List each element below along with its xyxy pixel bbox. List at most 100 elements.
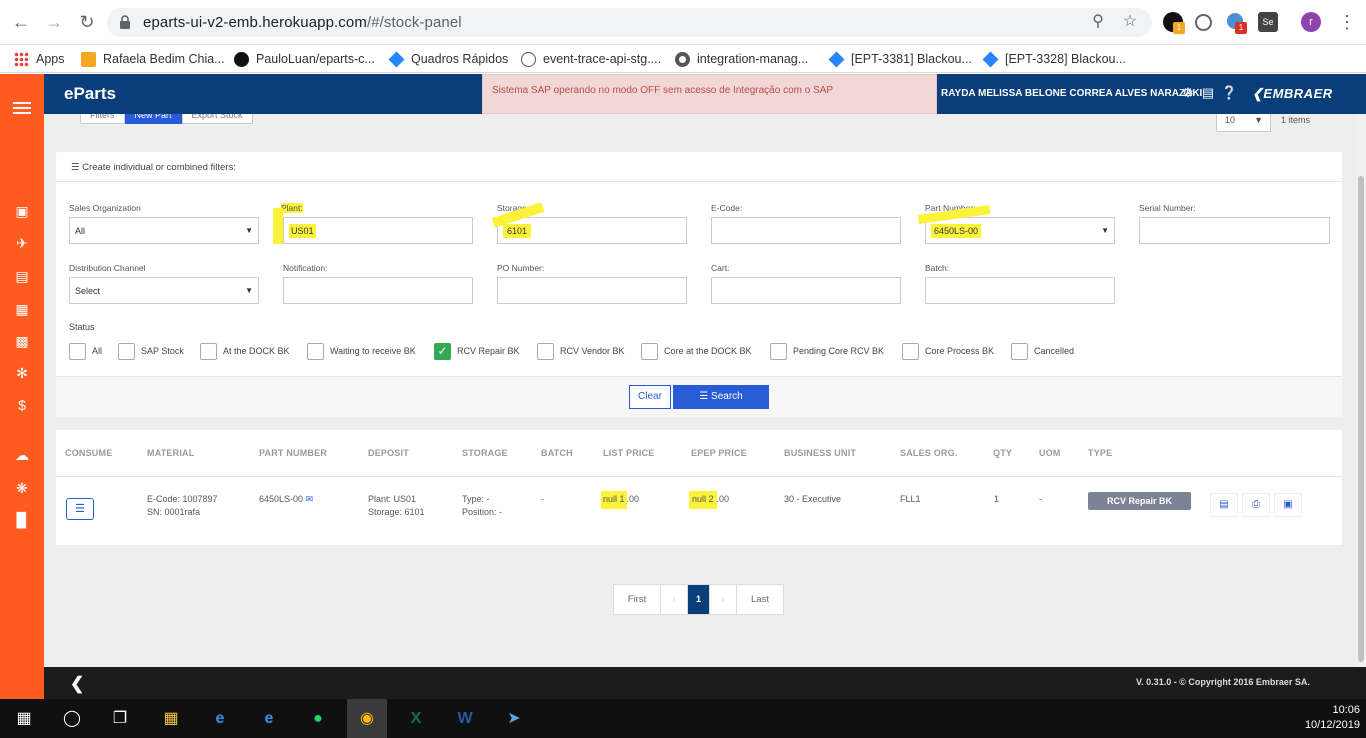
bookmark-item[interactable]: integration-manag... bbox=[675, 51, 808, 67]
forward-arrow-icon[interactable]: → bbox=[43, 11, 65, 33]
ecode-input[interactable] bbox=[711, 217, 901, 244]
app-brand[interactable]: eParts bbox=[64, 84, 116, 104]
zoom-icon[interactable]: ⚲ bbox=[1089, 13, 1107, 31]
export-stock-button[interactable]: Export Stock bbox=[181, 114, 253, 124]
extension-icon[interactable]: 1 bbox=[1163, 12, 1185, 34]
new-part-button[interactable]: New Part bbox=[124, 114, 182, 124]
checkbox[interactable] bbox=[307, 342, 324, 360]
epep-price-cell: null 2.00 bbox=[689, 491, 729, 509]
checkmark-icon[interactable]: ✓ bbox=[434, 342, 451, 360]
system-clock[interactable]: 10:06 10/12/2019 bbox=[1300, 703, 1360, 733]
task-view-icon[interactable]: ❐ bbox=[106, 705, 134, 733]
gear-sync-icon[interactable]: ✻ bbox=[12, 364, 32, 382]
comment-icon[interactable]: ✉ bbox=[306, 494, 314, 504]
bookmark-item[interactable]: event-trace-api-stg.... bbox=[521, 51, 661, 67]
reload-icon[interactable]: ↻ bbox=[76, 11, 98, 33]
bookmark-item[interactable]: [EPT-3381] Blackou... bbox=[828, 51, 972, 67]
print-icon[interactable]: ⎙ bbox=[1242, 493, 1270, 517]
bookmark-item[interactable]: [EPT-3328] Blackou... bbox=[982, 51, 1126, 67]
dollar-icon[interactable]: $ bbox=[12, 396, 32, 414]
storage-input[interactable]: 6101 bbox=[497, 217, 687, 244]
checkbox[interactable] bbox=[770, 342, 787, 360]
scrollbar-thumb[interactable] bbox=[1358, 176, 1364, 662]
status-checkbox-pending-core[interactable]: Pending Core RCV BK bbox=[770, 342, 884, 360]
back-arrow-icon[interactable]: ← bbox=[10, 11, 32, 33]
checkbox[interactable] bbox=[200, 342, 217, 360]
serial-number-input[interactable] bbox=[1139, 217, 1330, 244]
last-page-button[interactable]: Last bbox=[737, 585, 783, 614]
settings-icon[interactable]: ❋ bbox=[12, 479, 32, 497]
selenium-extension-icon[interactable]: Se bbox=[1258, 12, 1278, 32]
document-icon[interactable]: ▤ bbox=[1200, 85, 1216, 101]
next-page-button[interactable]: › bbox=[710, 585, 737, 614]
batch-input[interactable] bbox=[925, 277, 1115, 304]
cloud-icon[interactable]: ☁ bbox=[12, 446, 32, 464]
bookmark-item[interactable]: Rafaela Bedim Chia... bbox=[81, 51, 225, 67]
profile-avatar[interactable]: r bbox=[1301, 12, 1321, 32]
word-icon[interactable]: W bbox=[451, 705, 479, 733]
menu-dots-icon[interactable]: ⋮ bbox=[1336, 11, 1358, 33]
clear-button[interactable]: Clear bbox=[629, 385, 671, 409]
sales-org-select[interactable]: All ▼ bbox=[69, 217, 259, 244]
bookmark-apps[interactable]: Apps bbox=[14, 51, 65, 67]
cart-icon[interactable]: ▤ bbox=[12, 267, 32, 285]
chrome-icon[interactable]: ◉ bbox=[347, 699, 387, 738]
app-icon[interactable]: ➤ bbox=[500, 705, 528, 733]
checkbox[interactable] bbox=[118, 342, 135, 360]
checkbox[interactable] bbox=[902, 342, 919, 360]
windows-start-icon[interactable]: ▦ bbox=[10, 705, 38, 733]
status-checkbox-sap-stock[interactable]: SAP Stock bbox=[118, 342, 184, 360]
book-icon[interactable]: ▣ bbox=[1274, 493, 1302, 517]
checkbox[interactable] bbox=[537, 342, 554, 360]
help-icon[interactable]: ❔ bbox=[1221, 85, 1237, 101]
spotify-icon[interactable]: ● bbox=[304, 705, 332, 733]
status-checkbox-rcv-repair[interactable]: ✓ RCV Repair BK bbox=[434, 342, 520, 360]
plant-input[interactable]: US01 bbox=[283, 217, 473, 244]
airplane-icon[interactable]: ✈ bbox=[12, 234, 32, 252]
sliders-icon: ☰ bbox=[71, 162, 80, 173]
status-checkbox-at-dock[interactable]: At the DOCK BK bbox=[200, 342, 290, 360]
hamburger-menu-icon[interactable] bbox=[13, 102, 31, 114]
excel-icon[interactable]: X bbox=[402, 705, 430, 733]
distribution-channel-select[interactable]: Select ▼ bbox=[69, 277, 259, 304]
checkbox[interactable] bbox=[69, 342, 86, 360]
bar-chart-icon[interactable]: ▉ bbox=[12, 511, 32, 529]
status-checkbox-cancelled[interactable]: Cancelled bbox=[1011, 342, 1074, 360]
search-button[interactable]: ☰ Search bbox=[673, 385, 769, 409]
checkbox[interactable] bbox=[641, 342, 658, 360]
collapse-arrow-icon[interactable]: ❮ bbox=[70, 674, 84, 694]
first-page-button[interactable]: First bbox=[614, 585, 661, 614]
address-bar[interactable]: eparts-ui-v2-emb.herokuapp.com/#/stock-p… bbox=[107, 8, 1152, 37]
column-header: CONSUME bbox=[65, 448, 113, 458]
bookmark-item[interactable]: PauloLuan/eparts-c... bbox=[234, 51, 375, 67]
page-scrollbar[interactable] bbox=[1356, 114, 1366, 667]
ie-icon[interactable]: e bbox=[255, 705, 283, 733]
po-number-input[interactable] bbox=[497, 277, 687, 304]
search-circle-icon[interactable]: ◯ bbox=[58, 705, 86, 733]
view-document-icon[interactable]: ▤ bbox=[1210, 493, 1238, 517]
consume-list-button[interactable]: ☰ bbox=[66, 498, 94, 520]
file-explorer-icon[interactable]: ▦ bbox=[157, 705, 185, 733]
page-size-select[interactable]: 10 ▼ bbox=[1216, 114, 1271, 132]
status-checkbox-all[interactable]: All bbox=[69, 342, 102, 360]
status-checkbox-core-process[interactable]: Core Process BK bbox=[902, 342, 994, 360]
prev-page-button[interactable]: ‹ bbox=[661, 585, 688, 614]
box-icon[interactable]: ▩ bbox=[12, 332, 32, 350]
document-icon[interactable]: ▦ bbox=[12, 300, 32, 318]
page-1-button[interactable]: 1 bbox=[688, 585, 710, 614]
status-checkbox-rcv-vendor[interactable]: RCV Vendor BK bbox=[537, 342, 625, 360]
part-number-select[interactable]: 6450LS-00 ▼ bbox=[925, 217, 1115, 244]
filters-button[interactable]: Filters bbox=[80, 114, 125, 124]
notification-input[interactable] bbox=[283, 277, 473, 304]
status-checkbox-waiting[interactable]: Waiting to receive BK bbox=[307, 342, 416, 360]
edge-icon[interactable]: e bbox=[206, 705, 234, 733]
bookmark-item[interactable]: Quadros Rápidos bbox=[388, 51, 508, 67]
extension-icon-3[interactable]: 1 bbox=[1227, 13, 1247, 34]
extension-icon-2[interactable] bbox=[1195, 14, 1212, 31]
checkbox[interactable] bbox=[1011, 342, 1028, 360]
bookmark-star-icon[interactable]: ☆ bbox=[1121, 13, 1139, 31]
gear-icon[interactable]: ⚙ bbox=[1180, 85, 1196, 101]
cart-input[interactable] bbox=[711, 277, 901, 304]
truck-icon[interactable]: ▣ bbox=[12, 202, 32, 220]
status-checkbox-core-dock[interactable]: Core at the DOCK BK bbox=[641, 342, 752, 360]
